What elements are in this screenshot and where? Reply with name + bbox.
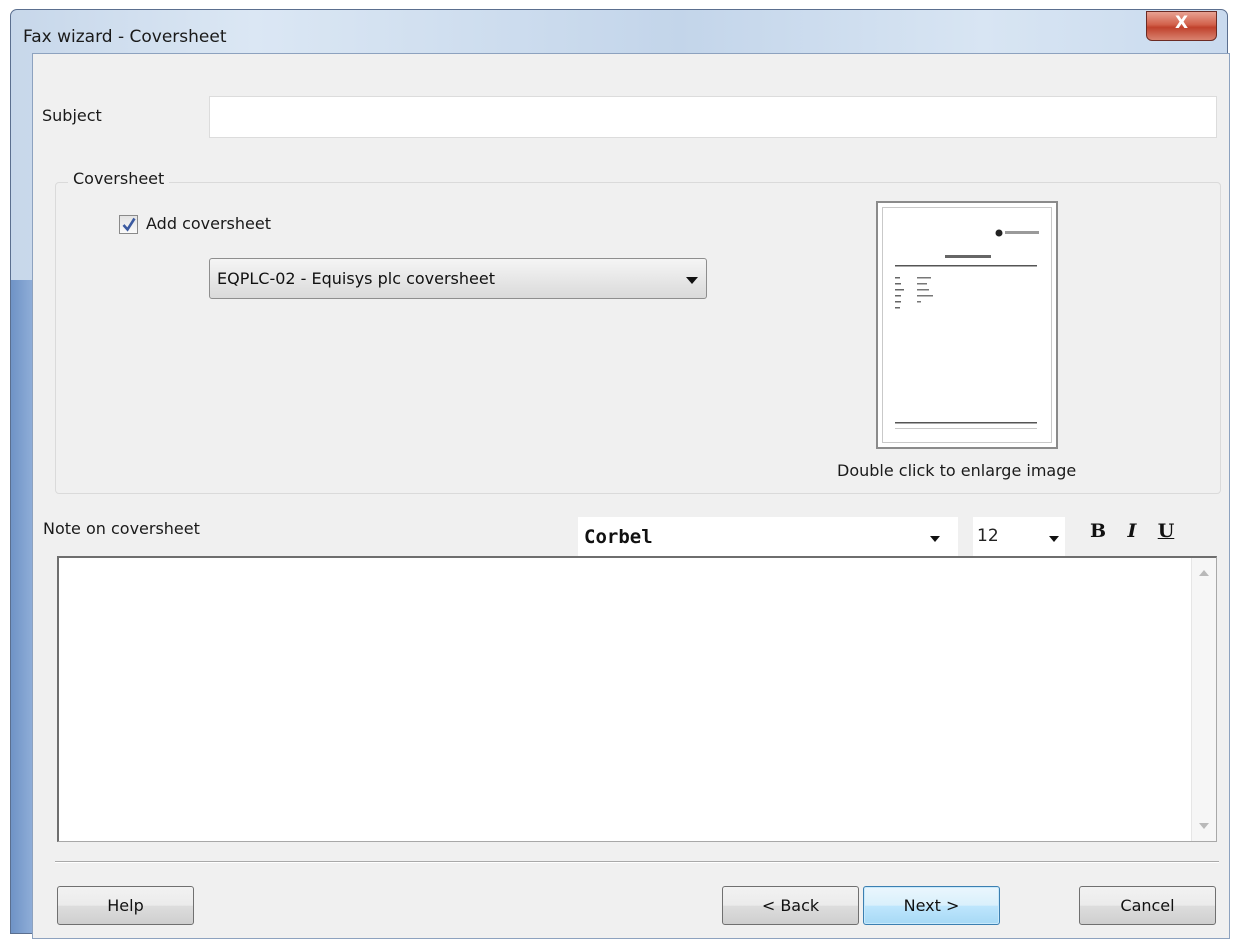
- checkmark-icon: [122, 217, 136, 232]
- font-size-select[interactable]: 12: [973, 517, 1065, 558]
- preview-hint: Double click to enlarge image: [837, 461, 1077, 480]
- scroll-down-icon[interactable]: [1199, 823, 1209, 829]
- chevron-down-icon: [686, 277, 698, 284]
- note-label: Note on coversheet: [43, 519, 200, 538]
- chevron-down-icon: [1049, 536, 1059, 542]
- close-button[interactable]: X: [1146, 11, 1217, 41]
- dialog-body: Subject Coversheet Add coversheet EQPLC-…: [32, 53, 1230, 939]
- add-coversheet-checkbox[interactable]: [119, 215, 138, 234]
- scroll-up-icon[interactable]: [1199, 570, 1209, 576]
- cancel-button[interactable]: Cancel: [1079, 886, 1216, 925]
- chevron-down-icon: [930, 536, 940, 542]
- font-size-value: 12: [977, 526, 999, 546]
- bold-button[interactable]: B: [1086, 520, 1110, 550]
- font-select[interactable]: Corbel: [578, 517, 958, 558]
- subject-input[interactable]: [209, 96, 1217, 138]
- italic-button[interactable]: I: [1120, 520, 1144, 550]
- coversheet-preview-image[interactable]: [876, 201, 1058, 449]
- preview-page: [882, 207, 1052, 443]
- add-coversheet-label[interactable]: Add coversheet: [146, 214, 271, 233]
- coversheet-select-value: EQPLC-02 - Equisys plc coversheet: [217, 269, 495, 288]
- underline-button[interactable]: U: [1154, 520, 1178, 550]
- coversheet-thumbnail-graphic: [895, 229, 1039, 429]
- note-scrollbar[interactable]: [1191, 558, 1216, 841]
- button-separator: [55, 861, 1219, 863]
- back-button[interactable]: < Back: [722, 886, 859, 925]
- window-title: Fax wizard - Coversheet: [23, 27, 227, 47]
- close-icon: X: [1174, 13, 1189, 33]
- fax-wizard-window: Fax wizard - Coversheet X Subject Covers…: [10, 9, 1230, 939]
- subject-label: Subject: [42, 106, 102, 125]
- help-button[interactable]: Help: [57, 886, 194, 925]
- coversheet-group-title: Coversheet: [68, 169, 170, 188]
- font-select-value: Corbel: [584, 526, 653, 548]
- note-textarea[interactable]: [57, 556, 1217, 842]
- next-button[interactable]: Next >: [863, 886, 1000, 925]
- coversheet-select[interactable]: EQPLC-02 - Equisys plc coversheet: [209, 258, 707, 299]
